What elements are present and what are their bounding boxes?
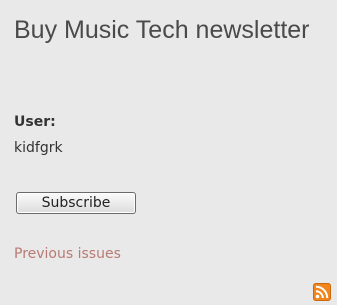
user-label: User:: [14, 114, 56, 130]
newsletter-title: Buy Music Tech newsletter: [14, 16, 310, 44]
subscribe-button[interactable]: Subscribe: [16, 192, 136, 214]
previous-issues-link[interactable]: Previous issues: [14, 246, 121, 262]
user-name: kidfgrk: [14, 140, 63, 156]
rss-feed-icon[interactable]: [313, 283, 331, 301]
